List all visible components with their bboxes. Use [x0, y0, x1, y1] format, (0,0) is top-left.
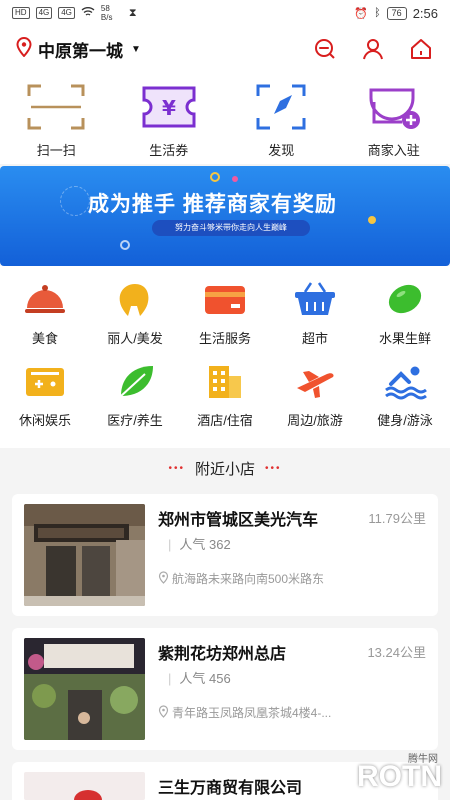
- category-health[interactable]: 医疗/养生: [90, 362, 180, 444]
- decor-dots-left: •••: [168, 463, 185, 474]
- location-pin-icon: [158, 570, 169, 587]
- quick-actions: 扫一扫 ¥ 生活券 发现 商家入驻: [0, 72, 450, 164]
- battery-level: 76: [386, 6, 407, 20]
- shop-thumbnail: [24, 638, 145, 740]
- shop-name: 紫荆花坊郑州总店: [158, 646, 287, 663]
- category-label: 健身/游泳: [377, 413, 433, 428]
- alarm-icon: ⏰: [354, 7, 369, 20]
- hd-badge: HD: [12, 7, 30, 19]
- category-label: 休闲娱乐: [18, 413, 71, 428]
- category-grid: 美食 丽人/美发 生活服务 超市 水果生鲜 休闲娱乐 医疗/养生 酒店/住宿 周…: [0, 266, 450, 448]
- shop-thumbnail: [24, 772, 145, 800]
- bluetooth-icon: ᛒ: [374, 7, 381, 19]
- food-cloche-icon: [25, 285, 65, 313]
- category-supermarket[interactable]: 超市: [270, 280, 360, 362]
- shop-card[interactable]: 紫荆花坊郑州总店 13.24公里 | 人气 456 青年路玉凤路凤凰茶城4楼4-.…: [12, 628, 438, 750]
- decor-dots-right: •••: [265, 463, 282, 474]
- category-label: 水果生鲜: [378, 331, 431, 346]
- swim-icon: [385, 366, 427, 400]
- decor-dot: [60, 186, 90, 216]
- chevron-down-icon: ▼: [131, 43, 141, 55]
- nearby-section-title: ••• 附近小店 •••: [0, 458, 450, 479]
- decor-dot: [210, 172, 220, 182]
- signal-4g-badge-2: 4G: [58, 7, 75, 19]
- category-beauty[interactable]: 丽人/美发: [90, 280, 180, 362]
- hair-icon: [119, 284, 149, 316]
- popularity-text: 人气 362: [179, 537, 231, 552]
- home-icon[interactable]: [408, 36, 434, 62]
- address-text: 青年路玉凤路凤凰茶城4楼4-...: [172, 706, 332, 720]
- scan-icon: [27, 84, 85, 130]
- svg-text:¥: ¥: [162, 96, 176, 120]
- shop-name: 三生万商贸有限公司: [158, 780, 303, 797]
- category-label: 丽人/美发: [107, 331, 163, 346]
- compass-icon: [256, 84, 306, 130]
- location-pin-icon: [158, 704, 169, 721]
- location-pin-icon: [16, 36, 32, 62]
- shop-address: 青年路玉凤路凤凰茶城4楼4-...: [158, 704, 331, 721]
- section-title-text: 附近小店: [194, 461, 255, 478]
- gamepad-icon: [26, 368, 64, 396]
- banner-subtitle: 努力奋斗够米带你走向人生巅峰: [152, 220, 310, 236]
- signal-4g-badge: 4G: [35, 7, 53, 19]
- quick-label: 商家入驻: [367, 143, 420, 158]
- quick-discover[interactable]: 发现: [225, 72, 338, 164]
- status-bar: HD 4G 4G 58 B/s ⧗ ⏰ ᛒ 76 2:56: [0, 0, 450, 26]
- user-icon[interactable]: [360, 36, 386, 62]
- city-selector[interactable]: 中原第一城 ▼: [16, 36, 141, 62]
- popularity-text: 人气 456: [179, 671, 231, 686]
- shop-card[interactable]: 郑州市管城区美光汽车 11.79公里 | 人气 362 航海路未来路向南500米路…: [12, 494, 438, 616]
- category-services[interactable]: 生活服务: [180, 280, 270, 362]
- quick-label: 扫一扫: [36, 143, 76, 158]
- shop-distance: 11.79公里: [368, 511, 426, 526]
- top-header: 中原第一城 ▼: [0, 26, 450, 72]
- leaf-icon: [120, 366, 153, 397]
- watermark-small: 腾牛网: [408, 754, 438, 765]
- clock: 2:56: [412, 5, 438, 21]
- decor-dot: [120, 240, 130, 250]
- shop-name: 郑州市管城区美光汽车: [158, 512, 319, 529]
- quick-label: 发现: [268, 143, 295, 158]
- watermark-logo: 腾牛网 ROTN: [357, 754, 442, 794]
- wifi-icon: [81, 6, 95, 20]
- category-label: 酒店/住宿: [197, 413, 253, 428]
- category-label: 生活服务: [198, 331, 251, 346]
- category-travel[interactable]: 周边/旅游: [270, 362, 360, 444]
- shop-popularity: | 人气 362: [168, 537, 231, 552]
- basket-icon: [295, 282, 335, 315]
- shop-address: 航海路未来路向南500米路东: [158, 570, 324, 587]
- category-fitness[interactable]: 健身/游泳: [360, 362, 450, 444]
- shop-thumbnail: [24, 504, 145, 606]
- promo-banner[interactable]: 成为推手 推荐商家有奖励 努力奋斗够米带你走向人生巅峰: [0, 166, 450, 266]
- decor-dot: [368, 216, 376, 224]
- banner-title: 成为推手 推荐商家有奖励: [88, 193, 337, 216]
- category-label: 周边/旅游: [287, 413, 343, 428]
- category-hotel[interactable]: 酒店/住宿: [180, 362, 270, 444]
- card-icon: [205, 286, 245, 314]
- category-label: 医疗/养生: [107, 413, 163, 428]
- hourglass-icon: ⧗: [128, 6, 137, 19]
- category-label: 超市: [301, 331, 328, 346]
- hotel-icon: [209, 366, 241, 398]
- search-icon[interactable]: [312, 36, 338, 62]
- shop-popularity: | 人气 456: [168, 671, 231, 686]
- quick-scan[interactable]: 扫一扫: [0, 72, 113, 164]
- decor-dot: [232, 176, 238, 182]
- category-food[interactable]: 美食: [0, 280, 90, 362]
- quick-label: 生活券: [149, 143, 189, 158]
- plane-icon: [297, 371, 334, 398]
- lime-icon: [388, 284, 422, 314]
- store-add-icon: [369, 88, 420, 129]
- city-name: 中原第一城: [38, 41, 123, 61]
- net-speed: 58 B/s: [100, 4, 113, 22]
- address-text: 航海路未来路向南500米路东: [172, 572, 325, 586]
- category-leisure[interactable]: 休闲娱乐: [0, 362, 90, 444]
- shop-distance: 13.24公里: [367, 645, 426, 660]
- category-label: 美食: [31, 331, 58, 346]
- category-fresh[interactable]: 水果生鲜: [360, 280, 450, 362]
- ticket-icon: ¥: [142, 86, 196, 128]
- quick-ticket[interactable]: ¥ 生活券: [113, 72, 226, 164]
- quick-merchant[interactable]: 商家入驻: [338, 72, 450, 164]
